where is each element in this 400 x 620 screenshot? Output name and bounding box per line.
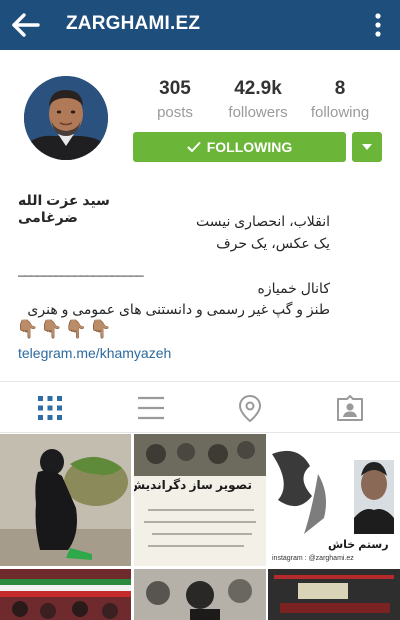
pointing-down-emoji: 👇🏽 (64, 319, 88, 339)
tab-map[interactable] (236, 394, 264, 423)
post-caption-name: رستم خاش (328, 539, 389, 551)
bio-line: طنز و گپ غیر رسمی و دانستنی های عمومی و … (27, 301, 330, 317)
pointing-down-emoji: 👇🏽 (40, 319, 63, 339)
bio-line: یک عکس، یک حرف (216, 235, 330, 251)
followers-count-value: 42.9k (234, 78, 282, 99)
post-thumbnail[interactable] (268, 569, 400, 620)
post-thumbnail[interactable]: تصویر ساز دگراندیش! (134, 434, 266, 566)
bio-link[interactable]: telegram.me/khamyazeh (18, 345, 171, 361)
tab-tagged[interactable] (336, 394, 364, 422)
list-icon (138, 396, 164, 420)
avatar-portrait (24, 76, 108, 160)
tagged-person-icon (337, 395, 363, 421)
following-button[interactable]: FOLLOWING (133, 132, 346, 162)
post-thumbnail[interactable] (0, 569, 131, 620)
top-bar: ZARGHAMI.EZ (0, 0, 400, 50)
pointing-down-emoji-row: 👇🏽 👇🏽 👇🏽 👇🏽 (16, 318, 112, 340)
grid-icon (38, 396, 62, 420)
post-image (0, 569, 131, 620)
post-image (268, 569, 400, 620)
post-caption-handle: instagram : @zarghami.ez (272, 555, 354, 562)
bio-line: انقلاب، انحصاری نیست (195, 213, 330, 229)
posts-count-label: posts (157, 104, 193, 121)
posts-count-value: 305 (159, 78, 191, 99)
back-arrow-icon (12, 13, 40, 37)
more-options-button[interactable] (372, 12, 384, 38)
following-button-label: FOLLOWING (206, 139, 293, 155)
back-button[interactable] (10, 11, 42, 39)
post-thumbnail[interactable] (0, 434, 131, 566)
post-title: تصویر ساز دگراندیش! (134, 478, 252, 492)
bio-divider: ____________________ (18, 262, 144, 277)
profile-username: ZARGHAMI.EZ (66, 13, 201, 34)
post-image (134, 569, 266, 620)
post-thumbnail[interactable]: رستم خاش instagram : @zarghami.ez (268, 434, 400, 566)
following-count-label: following (310, 104, 370, 121)
post-image (134, 434, 266, 566)
tab-list[interactable] (137, 394, 165, 422)
tab-grid[interactable] (36, 394, 64, 422)
post-thumbnail[interactable] (134, 569, 266, 620)
profile-view-tabs (0, 381, 400, 433)
bio-line: کانال خمیازه (257, 280, 331, 296)
location-pin-icon (238, 394, 262, 423)
caret-down-icon (362, 144, 372, 150)
suggestions-dropdown-button[interactable] (352, 132, 382, 162)
following-count-value: 8 (334, 78, 346, 99)
following-count[interactable]: 8 following (300, 78, 380, 121)
profile-full-name: سید عزت الله ضرغامی (18, 192, 110, 225)
more-vertical-icon (375, 13, 381, 37)
pointing-down-emoji: 👇🏽 (16, 319, 39, 339)
followers-count[interactable]: 42.9k followers (218, 78, 298, 121)
check-icon (187, 142, 201, 152)
followers-count-label: followers (228, 104, 288, 121)
posts-count: 305 posts (135, 78, 215, 121)
pointing-down-emoji: 👇🏽 (89, 319, 112, 339)
post-image (0, 434, 131, 566)
profile-avatar[interactable] (24, 76, 108, 160)
